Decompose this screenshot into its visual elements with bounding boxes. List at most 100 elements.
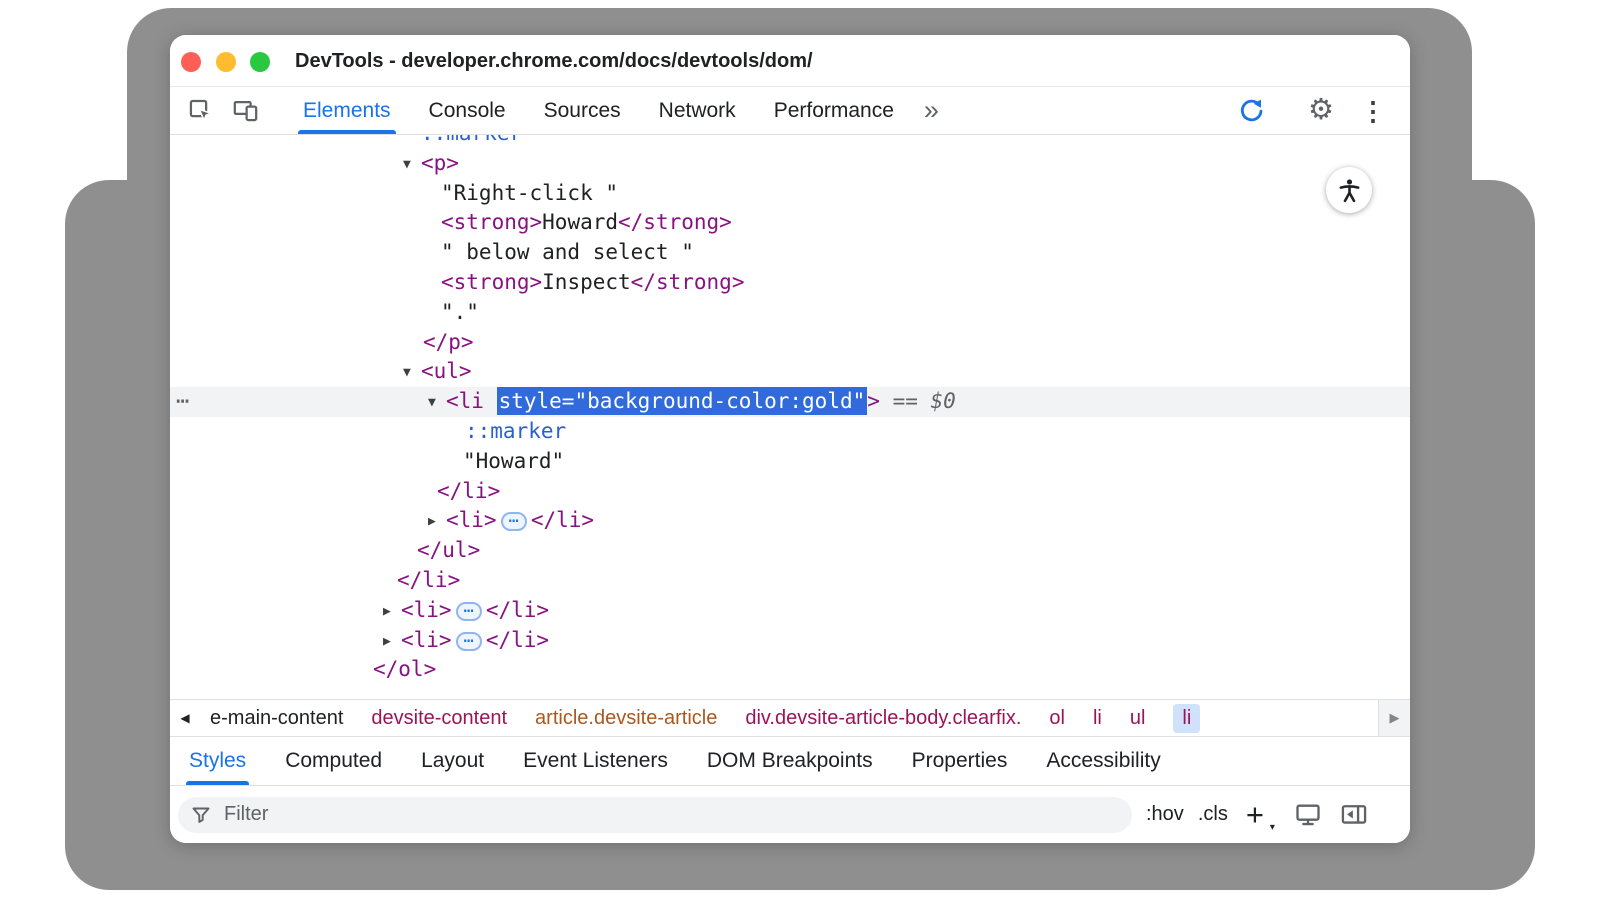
kebab-menu-icon[interactable]: ⋮	[1360, 98, 1386, 124]
dom-tree-line[interactable]: </ul>	[170, 536, 1410, 566]
titlebar: DevTools - developer.chrome.com/docs/dev…	[170, 35, 1410, 87]
panel-tabs: Elements Console Sources Network Performance	[303, 87, 932, 134]
tab-console[interactable]: Console	[429, 87, 506, 134]
dom-tree-line[interactable]: "Howard"	[170, 447, 1410, 477]
dom-tree-line[interactable]: "."	[170, 298, 1410, 328]
dom-tree-line[interactable]: </ol>	[170, 655, 1410, 685]
dom-tree-line[interactable]: ▶<li>⋯</li>	[170, 596, 1410, 626]
styles-tab-properties[interactable]: Properties	[912, 737, 1008, 785]
breadcrumb-item[interactable]: li	[1173, 704, 1200, 733]
dom-tree-line[interactable]: </li>	[170, 477, 1410, 507]
tab-performance[interactable]: Performance	[774, 87, 894, 134]
dom-tree-line[interactable]: ⋯▼<li style="background-color:gold"> == …	[170, 387, 1410, 417]
breadcrumb-item[interactable]: ol	[1049, 707, 1065, 730]
dom-tree-line[interactable]: ::marker	[170, 135, 1410, 149]
tab-sources[interactable]: Sources	[544, 87, 621, 134]
filter-field[interactable]	[178, 797, 1132, 833]
breadcrumb: ◀ e-main-content devsite-content article.d…	[170, 699, 1410, 737]
disclosure-triangle[interactable]: ▼	[403, 358, 421, 388]
breadcrumb-item[interactable]: article.devsite-article	[535, 707, 717, 730]
disclosure-triangle[interactable]: ▼	[403, 150, 421, 180]
devtools-window: DevTools - developer.chrome.com/docs/dev…	[170, 35, 1410, 843]
breadcrumb-scroll-right[interactable]: ▶	[1378, 700, 1410, 736]
dom-tree-line[interactable]: </p>	[170, 328, 1410, 358]
dom-tree: ::marker▼<p>"Right-click "<strong>Howard…	[170, 135, 1410, 699]
more-tabs-chevron[interactable]: »	[924, 95, 939, 126]
pseudo-state-toggle[interactable]: :hov	[1146, 803, 1184, 826]
dropdown-caret-icon: ▾	[1270, 822, 1275, 833]
dom-tree-line[interactable]: " below and select "	[170, 238, 1410, 268]
ellipsis-button[interactable]: ⋯	[456, 602, 482, 621]
dom-tree-line[interactable]: </li>	[170, 566, 1410, 596]
breadcrumb-scroll-left[interactable]: ◀	[170, 711, 200, 725]
breadcrumb-item[interactable]: e-main-content	[210, 707, 343, 730]
accessibility-person-icon	[1336, 177, 1363, 204]
dom-token: "Howard"	[463, 449, 564, 473]
dom-token: </li>	[531, 508, 594, 532]
disclosure-triangle[interactable]: ▶	[383, 627, 401, 657]
styles-toolbar: :hov .cls + ▾	[170, 786, 1410, 843]
disclosure-triangle[interactable]: ▼	[428, 388, 446, 418]
breadcrumb-item[interactable]: ul	[1130, 707, 1146, 730]
dom-token: <li>	[446, 508, 497, 532]
dom-token: Howard	[542, 210, 618, 234]
settings-gear-icon[interactable]: ⚙	[1308, 96, 1334, 125]
dom-token: <strong>	[441, 270, 542, 294]
filter-input[interactable]	[222, 802, 1120, 827]
class-toggle[interactable]: .cls	[1198, 803, 1228, 826]
dom-token: <li>	[401, 598, 452, 622]
rendering-emulation-icon[interactable]	[1294, 801, 1322, 829]
gutter-ellipsis-icon[interactable]: ⋯	[176, 387, 187, 417]
breadcrumb-item[interactable]: div.devsite-article-body.clearfix.	[745, 707, 1021, 730]
styles-tab-event-listeners[interactable]: Event Listeners	[523, 737, 668, 785]
ellipsis-button[interactable]: ⋯	[501, 512, 527, 531]
dom-tree-line[interactable]: "Right-click "	[170, 179, 1410, 209]
dom-token: </ol>	[373, 657, 436, 681]
styles-tab-styles[interactable]: Styles	[189, 737, 246, 785]
disclosure-triangle[interactable]: ▶	[428, 507, 446, 537]
dom-token: ::marker	[465, 419, 566, 443]
dom-tree-line[interactable]: ▼<ul>	[170, 357, 1410, 387]
minimize-button[interactable]	[216, 52, 236, 72]
accessibility-button[interactable]	[1326, 167, 1372, 213]
dom-token	[918, 389, 931, 413]
dom-token: Inspect	[542, 270, 631, 294]
device-toolbar-icon[interactable]	[232, 97, 259, 124]
dom-token: </li>	[437, 479, 500, 503]
dom-tree-line[interactable]: ::marker	[170, 417, 1410, 447]
styles-tab-dom-breakpoints[interactable]: DOM Breakpoints	[707, 737, 873, 785]
devtools-toolbar: Elements Console Sources Network Performance…	[170, 87, 1410, 135]
tab-network[interactable]: Network	[659, 87, 736, 134]
styles-tab-accessibility[interactable]: Accessibility	[1046, 737, 1160, 785]
dom-token: </strong>	[631, 270, 745, 294]
dom-token: "."	[441, 300, 479, 324]
dom-tree-line[interactable]: <strong>Inspect</strong>	[170, 268, 1410, 298]
inspect-icon[interactable]	[187, 97, 214, 124]
sync-arrows-icon[interactable]	[1237, 97, 1264, 124]
disclosure-triangle[interactable]: ▶	[383, 597, 401, 627]
styles-tab-layout[interactable]: Layout	[421, 737, 484, 785]
maximize-button[interactable]	[250, 52, 270, 72]
dom-tree-line[interactable]: ▼<p>	[170, 149, 1410, 179]
dom-token: </strong>	[618, 210, 732, 234]
dom-token: " below and select "	[441, 240, 694, 264]
new-style-rule-button[interactable]: + ▾	[1246, 799, 1264, 830]
stage: DevTools - developer.chrome.com/docs/dev…	[0, 0, 1600, 908]
close-button[interactable]	[181, 52, 201, 72]
styles-tab-computed[interactable]: Computed	[285, 737, 382, 785]
dom-token: ::marker	[421, 135, 522, 145]
ellipsis-button[interactable]: ⋯	[456, 632, 482, 651]
dom-token: <ul>	[421, 359, 472, 383]
dom-tree-line[interactable]: ▶<li>⋯</li>	[170, 506, 1410, 536]
dom-token: >	[867, 389, 880, 413]
breadcrumb-item[interactable]: devsite-content	[371, 707, 507, 730]
sidebar-toggle-icon[interactable]	[1340, 801, 1368, 829]
tab-elements[interactable]: Elements	[303, 87, 391, 134]
filter-funnel-icon	[190, 804, 212, 826]
window-title: DevTools - developer.chrome.com/docs/dev…	[295, 35, 813, 87]
styles-sidebar-tabs: Styles Computed Layout Event Listeners DOM B…	[170, 737, 1410, 786]
dom-token: <p>	[421, 151, 459, 175]
dom-tree-line[interactable]: <strong>Howard</strong>	[170, 208, 1410, 238]
dom-tree-line[interactable]: ▶<li>⋯</li>	[170, 626, 1410, 656]
breadcrumb-item[interactable]: li	[1093, 707, 1102, 730]
